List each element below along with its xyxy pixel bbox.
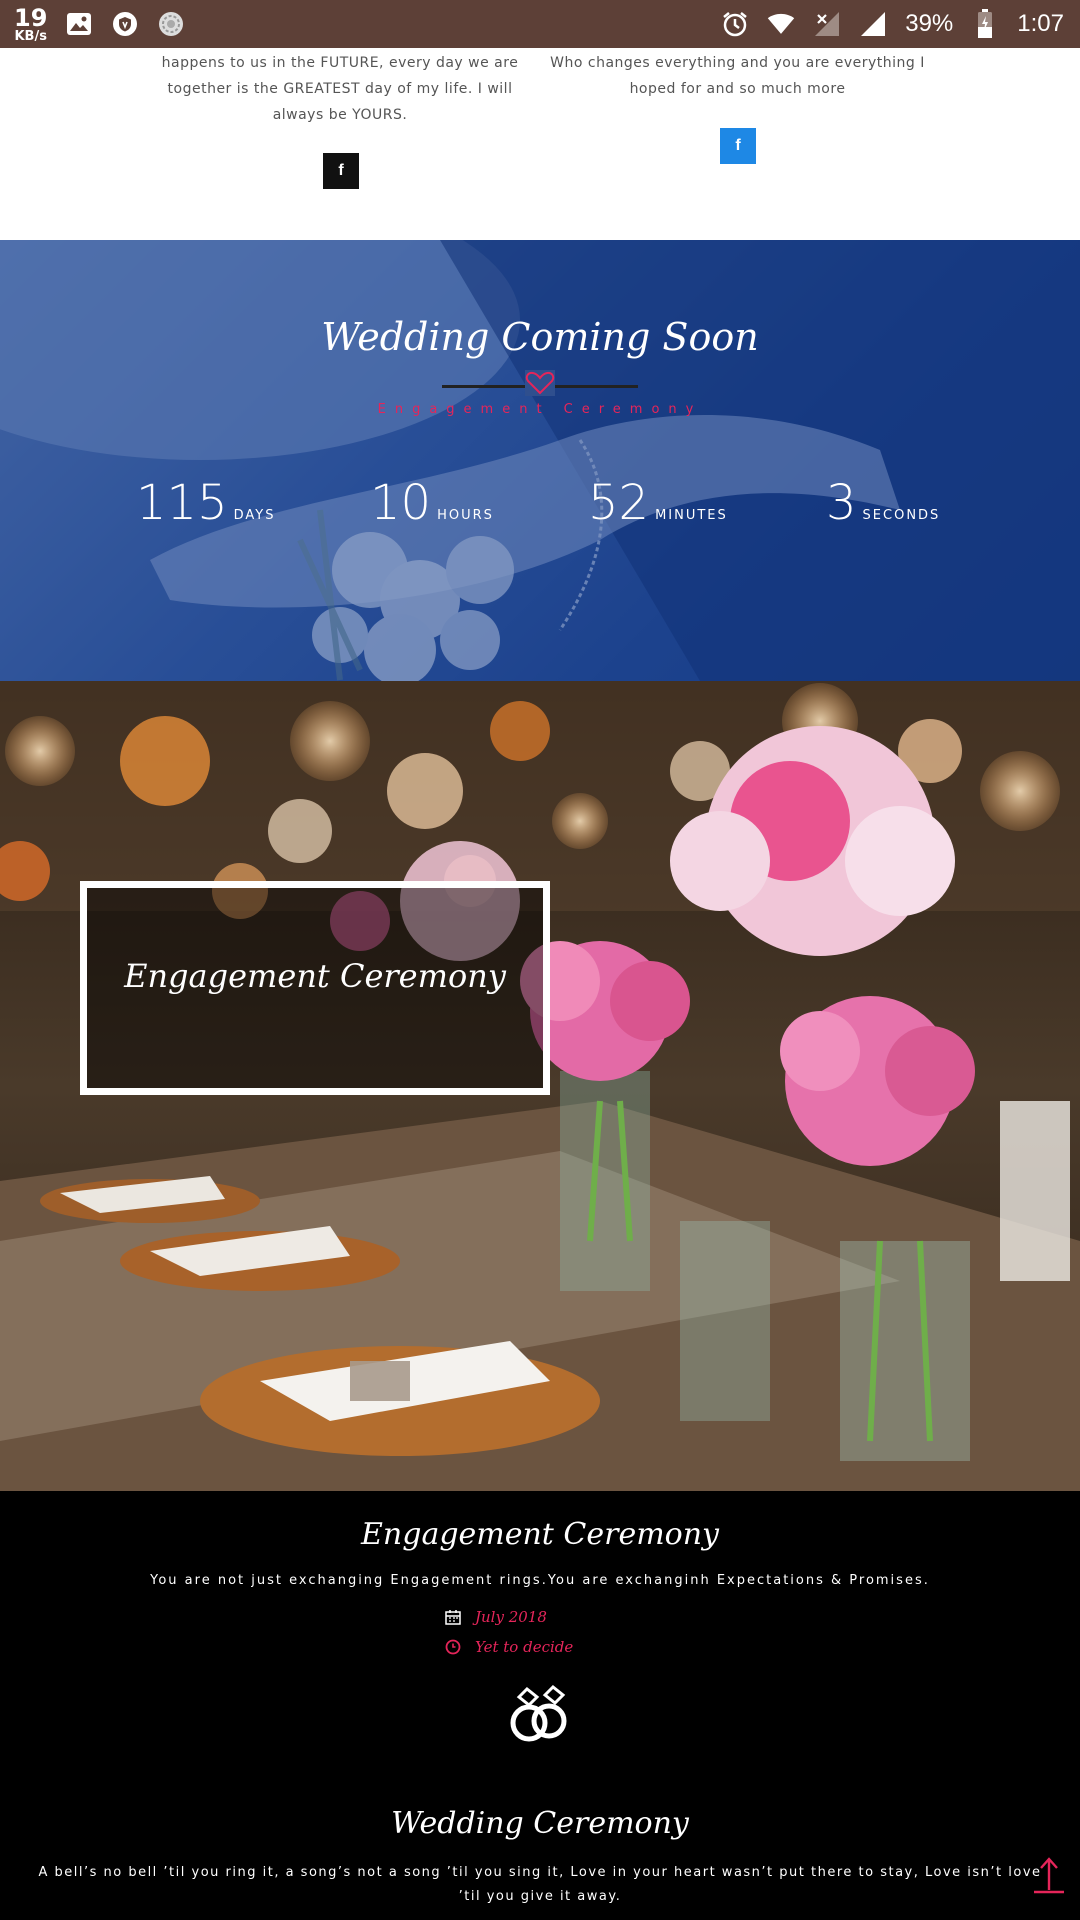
facebook-button-right[interactable]: f	[720, 128, 756, 164]
engagement-date: July 2018	[475, 1608, 547, 1626]
countdown-days-value: 115	[136, 475, 228, 531]
clock-icon	[445, 1639, 461, 1655]
testimonials-section: happens to us in the FUTURE, every day w…	[0, 48, 1080, 240]
scroll-to-top-arrow-icon[interactable]	[1032, 1856, 1066, 1894]
countdown-seconds-value: 3	[826, 475, 857, 531]
testimonial-quote-left: happens to us in the FUTURE, every day w…	[161, 55, 519, 123]
clock-time: 1:07	[1017, 10, 1064, 37]
countdown-days-label: DAYS	[233, 508, 276, 523]
countdown-seconds: 3 SECONDS	[826, 475, 940, 531]
testimonial-quote-right: Who changes everything and you are every…	[550, 55, 925, 97]
vpn-shield-icon	[111, 10, 139, 38]
network-speed-value: 19	[14, 3, 48, 32]
engagement-date-row: July 2018	[445, 1608, 547, 1626]
no-signal-icon	[813, 10, 841, 38]
wedding-quote: A bell’s no bell ’til you ring it, a son…	[38, 1865, 1042, 1904]
engagement-title: Engagement Ceremony	[361, 1517, 719, 1552]
status-bar: 19 KB/s 39% 1:07	[0, 0, 1080, 48]
wedding-title: Wedding Ceremony	[391, 1806, 689, 1841]
countdown-subtitle: Engagement Ceremony	[377, 402, 703, 417]
battery-icon	[971, 9, 999, 38]
alarm-icon	[721, 10, 749, 38]
countdown-minutes-value: 52	[588, 475, 650, 531]
countdown-minutes-label: MINUTES	[655, 508, 728, 523]
signal-icon	[859, 10, 887, 38]
wedding-rings-icon	[510, 1684, 567, 1742]
engagement-frame: Engagement Ceremony	[80, 881, 550, 1095]
engagement-time: Yet to decide	[475, 1638, 574, 1656]
countdown-seconds-label: SECONDS	[862, 508, 941, 523]
frame-title: Engagement Ceremony	[124, 957, 506, 995]
sync-app-icon	[157, 10, 185, 38]
facebook-icon: f	[735, 137, 741, 154]
countdown-hours: 10 HOURS	[370, 475, 494, 531]
engagement-photo-section: Engagement Ceremony	[0, 681, 1080, 1491]
image-icon	[65, 10, 93, 38]
wifi-icon	[767, 10, 795, 38]
countdown-hours-label: HOURS	[437, 508, 494, 523]
engagement-time-row: Yet to decide	[445, 1638, 573, 1656]
heart-icon	[525, 370, 555, 396]
countdown-section: Wedding Coming Soon Engagement Ceremony …	[0, 240, 1080, 681]
facebook-button-left[interactable]: f	[323, 153, 359, 189]
calendar-icon	[445, 1610, 461, 1625]
battery-percent: 39%	[905, 10, 954, 37]
facebook-icon: f	[338, 162, 344, 179]
engagement-description: You are not just exchanging Engagement r…	[150, 1573, 930, 1588]
ceremony-details-section: Engagement Ceremony You are not just exc…	[0, 1491, 1080, 1920]
network-speed: 19 KB/s	[14, 6, 47, 43]
countdown-days: 115 DAYS	[136, 475, 275, 531]
network-speed-unit: KB/s	[14, 28, 47, 44]
countdown-minutes: 52 MINUTES	[588, 475, 728, 531]
countdown-title: Wedding Coming Soon	[321, 315, 759, 359]
countdown-hours-value: 10	[370, 475, 432, 531]
